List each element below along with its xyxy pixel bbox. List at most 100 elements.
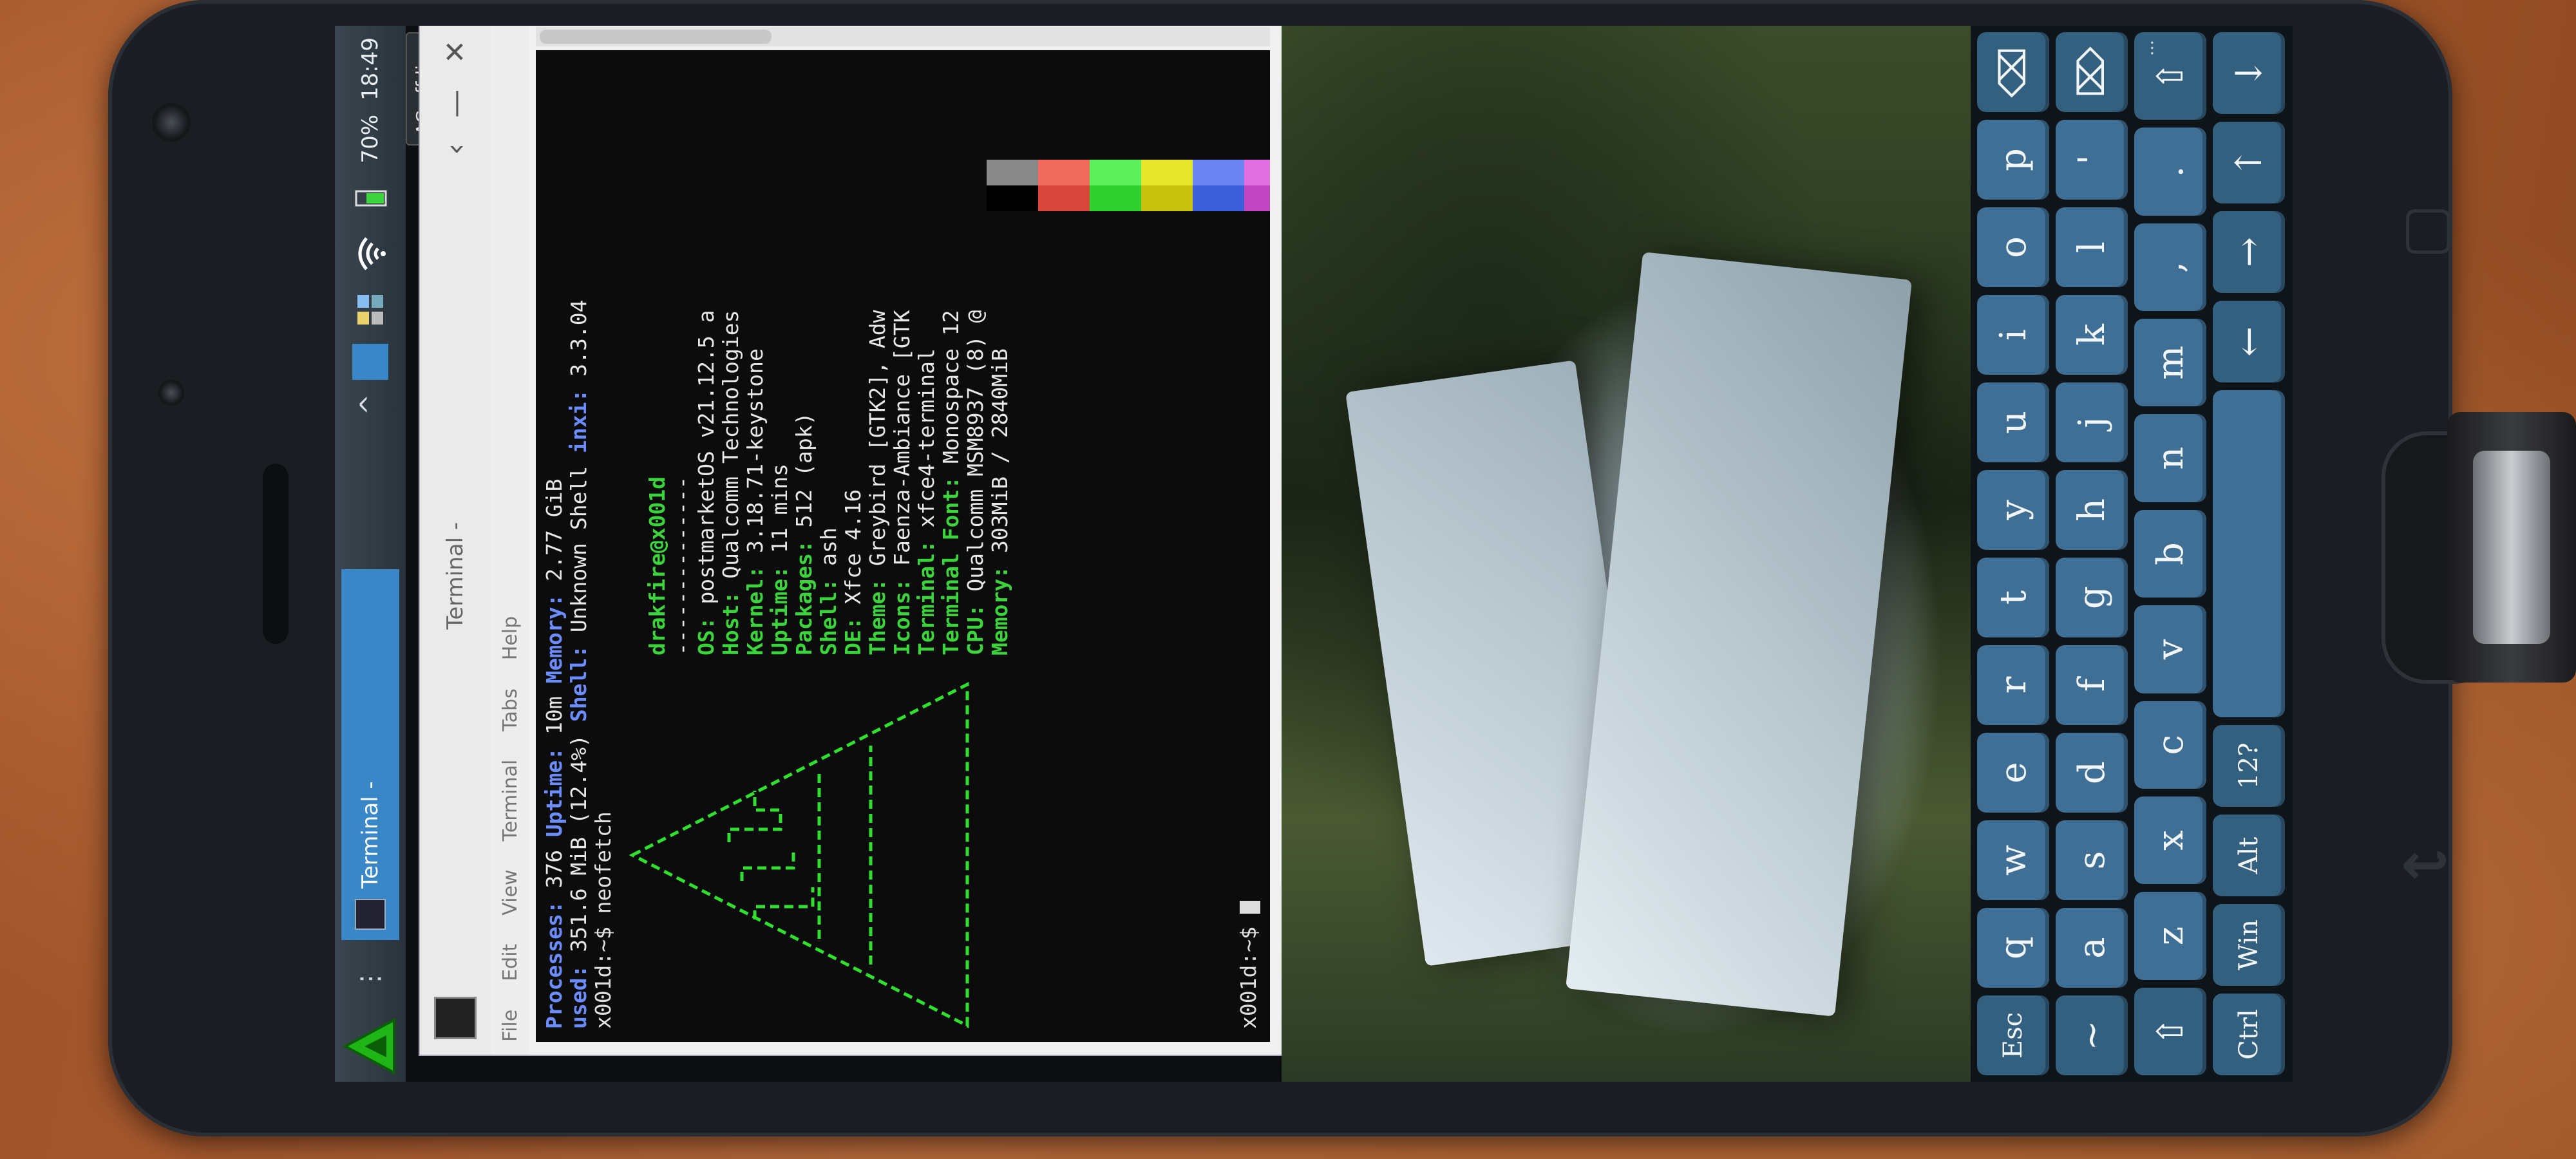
info-terminal-font: Terminal Font: Monospace 12 [938, 310, 963, 655]
key-s[interactable]: s [2056, 820, 2128, 900]
key-f[interactable]: f [2056, 645, 2128, 725]
alt-key[interactable]: Alt [2213, 815, 2285, 896]
arrow-right-key[interactable]: → [2213, 211, 2285, 293]
key-q[interactable]: q [1977, 908, 2049, 988]
app-menu-logo-icon[interactable] [341, 1017, 399, 1075]
key-g[interactable]: g [2056, 558, 2128, 637]
phone-screen: ⋮ Terminal - ^ 70% 18:49 Terminal - ‹ — … [335, 26, 2293, 1082]
menu-terminal[interactable]: Terminal [499, 760, 522, 842]
key-z[interactable]: z [2134, 892, 2206, 980]
key-n[interactable]: n [2134, 414, 2206, 502]
arrow-left-key[interactable]: ← [2213, 301, 2285, 382]
key-tilde[interactable]: ~ [2056, 995, 2128, 1075]
key-apostrophe[interactable]: ' [2056, 120, 2128, 200]
terminal-output[interactable]: Processes: 376 Uptime: 10m Memory: 2.77 … [536, 50, 1270, 1042]
battery-icon[interactable] [350, 178, 391, 219]
key-a[interactable]: a [2056, 908, 2128, 988]
command-line-2: x001d:~$ [1236, 901, 1261, 1029]
key-esc[interactable]: Esc [1977, 995, 2049, 1075]
menu-edit[interactable]: Edit [499, 944, 522, 981]
menu-bar: File Edit View Terminal Tabs Help [491, 26, 529, 1055]
palette-swatch [1038, 160, 1090, 185]
key-x[interactable]: x [2134, 796, 2206, 885]
scrollbar-thumb[interactable] [540, 30, 772, 44]
key-t[interactable]: t [1977, 558, 2049, 637]
key-d[interactable]: d [2056, 733, 2128, 813]
chevron-up-icon[interactable]: ^ [355, 394, 385, 416]
key-comma[interactable]: , [2134, 223, 2206, 312]
desktop-wallpaper [1282, 26, 1971, 1082]
neofetch-info: drakfire@x001d -------------- OS: postma… [645, 310, 1012, 655]
close-icon[interactable]: ✕ [439, 40, 472, 64]
key-v[interactable]: v [2134, 605, 2206, 693]
scrollbar[interactable] [536, 27, 1270, 46]
ctrl-key[interactable]: Ctrl [2213, 994, 2285, 1075]
info-packages: Packages: 512 (apk) [791, 412, 817, 656]
sensor-icon [158, 380, 184, 406]
color-palette [987, 160, 1270, 211]
key-c[interactable]: c [2134, 701, 2206, 789]
minimize-icon[interactable]: ‹ [439, 144, 472, 155]
keyboard-row-4: Ctrl Win Alt 12? ← → ↑ ↓ [2213, 32, 2285, 1075]
key-h[interactable]: h [2056, 470, 2128, 550]
recents-nav-icon[interactable]: ▢ [2401, 193, 2456, 261]
back-nav-icon[interactable]: ↩ [2401, 831, 2449, 898]
menu-help[interactable]: Help [499, 616, 522, 660]
info-host: Host: Qualcomm Technologies [718, 310, 743, 655]
win-key[interactable]: Win [2213, 904, 2285, 986]
clock[interactable]: 18:49 [357, 37, 383, 100]
terminal-window-icon [434, 997, 477, 1039]
key-i[interactable]: i [1977, 295, 2049, 375]
key-u[interactable]: u [1977, 382, 2049, 462]
window-title: Terminal - [442, 522, 468, 630]
symbols-key[interactable]: 12? [2213, 725, 2285, 807]
key-b[interactable]: b [2134, 509, 2206, 598]
info-kernel: Kernel: 3.18.71-keystone [743, 348, 768, 655]
front-camera-icon [152, 103, 191, 142]
workspace-switcher-icon[interactable] [352, 343, 388, 380]
key-r[interactable]: r [1977, 645, 2049, 725]
palette-swatch [1038, 185, 1090, 211]
network-manager-icon[interactable] [350, 288, 391, 330]
menu-view[interactable]: View [499, 869, 522, 915]
shift-left-key[interactable]: ⇧ [2134, 987, 2206, 1075]
key-e[interactable]: e [1977, 733, 2049, 813]
menu-file[interactable]: File [499, 1010, 522, 1042]
top-panel: ⋮ Terminal - ^ 70% 18:49 [335, 26, 440, 1082]
arrow-up-key[interactable]: ↑ [2213, 122, 2285, 203]
usb-connector [2473, 451, 2550, 644]
delete-key[interactable]: ⌦ [2056, 32, 2128, 112]
key-j[interactable]: j [2056, 382, 2128, 462]
menu-tabs[interactable]: Tabs [499, 688, 522, 731]
tasklist-toggle-icon[interactable]: ⋮ [335, 940, 406, 1017]
palette-swatch [1244, 185, 1270, 211]
info-uptime: Uptime: 11 mins [767, 463, 792, 655]
key-m[interactable]: m [2134, 319, 2206, 407]
system-tray: ^ 70% 18:49 [350, 37, 391, 415]
arrow-down-key[interactable]: ↓ [2213, 32, 2285, 114]
key-k[interactable]: k [2056, 295, 2128, 375]
separator: -------------- [669, 476, 694, 655]
palette-swatch [987, 160, 1038, 185]
key-period[interactable]: . [2134, 127, 2206, 216]
text-cursor [1239, 901, 1260, 914]
rotated-desktop: ⋮ Terminal - ^ 70% 18:49 Terminal - ‹ — … [335, 26, 2293, 1082]
key-y[interactable]: y [1977, 470, 2049, 550]
info-cpu: CPU: Qualcomm MSM8937 (8) @ [963, 310, 988, 655]
backspace-key[interactable]: ⌫ [1977, 32, 2049, 112]
palette-swatch [1193, 160, 1244, 185]
key-w[interactable]: w [1977, 820, 2049, 900]
key-p[interactable]: p [1977, 120, 2049, 200]
shift-right-key[interactable]: ⇧... [2134, 32, 2206, 120]
space-key[interactable] [2213, 390, 2285, 717]
key-l[interactable]: l [2056, 207, 2128, 287]
maximize-icon[interactable]: — [439, 90, 472, 118]
window-titlebar[interactable]: Terminal - ‹ — ✕ [420, 26, 491, 1055]
taskbar-terminal-button[interactable]: Terminal - [341, 569, 399, 940]
command-line-1: x001d:~$ neofetch [591, 811, 616, 1029]
wifi-icon[interactable] [350, 233, 391, 274]
palette-swatch [1090, 160, 1141, 185]
palette-swatch [1141, 160, 1193, 185]
keyboard-row-1: Esc q w e r t y u i o p ⌫ [1977, 32, 2049, 1075]
key-o[interactable]: o [1977, 207, 2049, 287]
